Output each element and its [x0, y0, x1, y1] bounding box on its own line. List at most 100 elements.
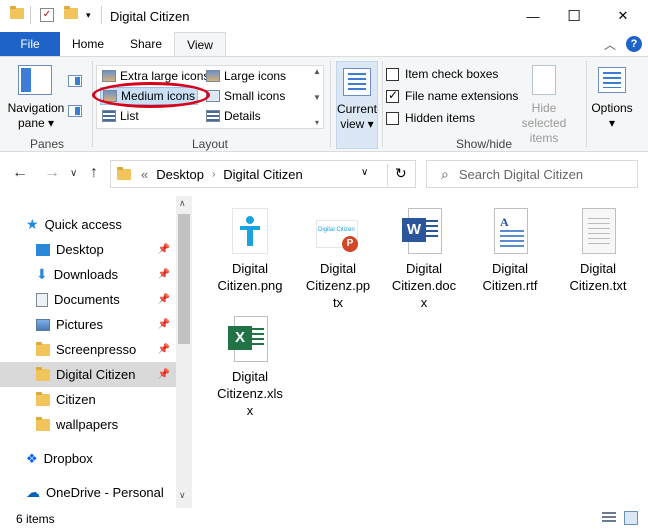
- file-item[interactable]: Digital Citizen.png: [210, 208, 290, 294]
- file-item[interactable]: Digital Citizen.txt: [558, 208, 638, 294]
- layout-large-icons[interactable]: Large icons: [206, 67, 286, 85]
- divider: [387, 164, 388, 186]
- current-view-label: Current: [337, 102, 378, 116]
- pin-icon[interactable]: 📌: [158, 369, 170, 380]
- details-icon: [206, 110, 220, 122]
- scroll-up-icon[interactable]: ∧: [179, 198, 186, 209]
- layout-list[interactable]: List: [102, 107, 139, 125]
- app-folder-icon: [10, 6, 24, 19]
- nav-label: Pictures: [56, 317, 103, 332]
- nav-screenpresso[interactable]: Screenpresso 📌: [0, 337, 176, 362]
- customize-toolbar-icon[interactable]: ▾: [86, 10, 91, 21]
- details-view-icon[interactable]: [602, 512, 616, 524]
- navigation-bar: ← → ∨ ↑ « Desktop › Digital Citizen ∨ ↻ …: [0, 152, 648, 194]
- file-item[interactable]: W Digital Citizen.doc x: [384, 208, 464, 311]
- large-icons-view-icon[interactable]: [624, 511, 638, 525]
- breadcrumb-chevron-icon[interactable]: ›: [212, 169, 215, 180]
- breadcrumb-digital-citizen[interactable]: Digital Citizen: [223, 167, 302, 182]
- file-item[interactable]: Digital Citizen P Digital Citizenz.pp tx: [298, 208, 378, 311]
- current-view-icon: [343, 68, 371, 96]
- hidden-items-toggle[interactable]: Hidden items: [386, 109, 475, 127]
- nav-dropbox[interactable]: ❖ Dropbox: [0, 446, 176, 471]
- file-name: Citizenz.pp: [305, 278, 371, 293]
- layout-small-icons[interactable]: Small icons: [206, 87, 285, 105]
- nav-scrollbar[interactable]: ∧ ∨: [176, 196, 192, 508]
- show-hide-group-label: Show/hide: [455, 137, 513, 151]
- checkbox[interactable]: [386, 67, 399, 81]
- forward-arrow-icon[interactable]: →: [44, 164, 60, 182]
- preview-pane-icon[interactable]: [68, 75, 82, 87]
- pin-icon[interactable]: 📌: [158, 319, 170, 330]
- nav-wallpapers[interactable]: wallpapers: [0, 412, 176, 437]
- nav-label: Citizen: [56, 392, 96, 407]
- scroll-down-icon[interactable]: ∨: [179, 490, 186, 501]
- pin-icon[interactable]: 📌: [158, 294, 170, 305]
- nav-downloads[interactable]: ⬇ Downloads 📌: [0, 262, 176, 287]
- layout-scroll[interactable]: ▲ ▼ ▾: [310, 65, 324, 129]
- current-view-label-2: view: [340, 117, 365, 131]
- pictures-icon: [36, 318, 50, 331]
- file-name: Digital: [579, 261, 617, 276]
- new-folder-icon[interactable]: [64, 6, 78, 19]
- scroll-down-icon[interactable]: ▼: [313, 93, 321, 102]
- nav-documents[interactable]: Documents 📌: [0, 287, 176, 312]
- recent-locations-icon[interactable]: ∨: [70, 168, 77, 179]
- divider: [30, 6, 31, 24]
- collapse-ribbon-icon[interactable]: ︿: [604, 36, 616, 53]
- address-bar[interactable]: « Desktop › Digital Citizen ∨ ↻: [110, 160, 416, 188]
- up-arrow-icon[interactable]: ↑: [90, 164, 98, 182]
- breadcrumb-desktop[interactable]: Desktop: [156, 167, 204, 182]
- properties-icon[interactable]: ✓: [40, 8, 54, 22]
- back-arrow-icon[interactable]: ←: [12, 164, 28, 182]
- nav-desktop[interactable]: Desktop 📌: [0, 237, 176, 262]
- scroll-up-icon[interactable]: ▲: [313, 67, 321, 76]
- navigation-pane-icon[interactable]: [18, 65, 52, 95]
- nav-quick-access[interactable]: ★ Quick access: [0, 212, 176, 237]
- tab-file[interactable]: File: [0, 32, 60, 56]
- file-name: Citizen.rtf: [482, 278, 538, 293]
- pin-icon[interactable]: 📌: [158, 344, 170, 355]
- checkbox[interactable]: [386, 111, 399, 125]
- item-count: 6 items: [16, 512, 55, 526]
- file-name: Digital: [231, 261, 269, 276]
- item-check-boxes-toggle[interactable]: Item check boxes: [386, 65, 498, 83]
- checkbox-checked[interactable]: [386, 88, 399, 103]
- nav-citizen[interactable]: Citizen: [0, 387, 176, 412]
- layout-details[interactable]: Details: [206, 107, 261, 125]
- current-view-button[interactable]: Current view ▾: [336, 61, 378, 149]
- list-icon: [102, 110, 116, 122]
- file-name-extensions-toggle[interactable]: File name extensions: [386, 87, 518, 105]
- rtf-file-icon: A: [486, 208, 534, 256]
- folder-icon: [36, 416, 50, 431]
- details-pane-icon[interactable]: [68, 105, 82, 117]
- pin-icon[interactable]: 📌: [158, 244, 170, 255]
- minimize-button[interactable]: —: [510, 0, 556, 32]
- search-input[interactable]: ⌕ Search Digital Citizen: [426, 160, 638, 188]
- folder-icon: [36, 341, 50, 356]
- divider: [330, 61, 331, 147]
- title-bar: ✓ ▾ Digital Citizen — ☐ ✕: [0, 0, 648, 32]
- file-item[interactable]: X Digital Citizenz.xls x: [210, 316, 290, 419]
- file-name: Citizen.png: [217, 278, 283, 293]
- tab-share[interactable]: Share: [122, 32, 170, 56]
- pin-icon[interactable]: 📌: [158, 269, 170, 280]
- file-item[interactable]: A Digital Citizen.rtf: [470, 208, 550, 294]
- refresh-icon[interactable]: ↻: [395, 165, 407, 182]
- nav-label: Quick access: [44, 217, 122, 232]
- scroll-thumb[interactable]: [178, 214, 190, 344]
- navigation-pane-button[interactable]: Navigation pane ▾: [6, 101, 66, 131]
- tab-home[interactable]: Home: [64, 32, 112, 56]
- nav-digital-citizen[interactable]: Digital Citizen 📌: [0, 362, 176, 387]
- tab-view[interactable]: View: [174, 32, 226, 57]
- help-icon[interactable]: ?: [626, 36, 642, 52]
- nav-pictures[interactable]: Pictures 📌: [0, 312, 176, 337]
- expand-gallery-icon[interactable]: ▾: [315, 118, 319, 127]
- nav-onedrive[interactable]: ☁ OneDrive - Personal: [0, 480, 176, 505]
- address-overflow[interactable]: «: [141, 167, 148, 182]
- file-name: Digital: [231, 369, 269, 384]
- divider: [92, 61, 93, 147]
- options-button[interactable]: Options ▾: [588, 101, 636, 131]
- maximize-button[interactable]: ☐: [551, 0, 597, 32]
- close-button[interactable]: ✕: [600, 0, 646, 32]
- address-dropdown-icon[interactable]: ∨: [361, 167, 368, 178]
